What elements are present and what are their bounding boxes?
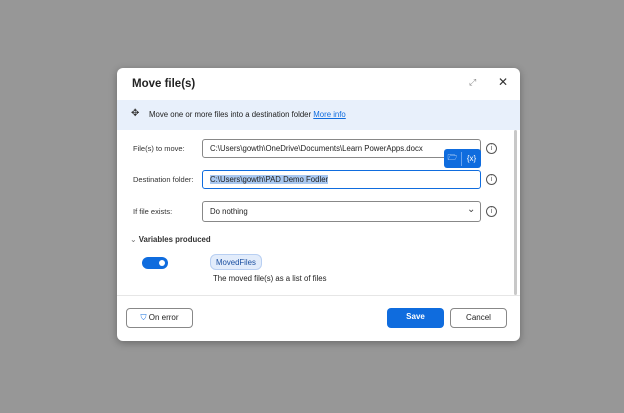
save-button[interactable]: Save: [387, 308, 444, 328]
expand-icon[interactable]: ⤢: [469, 77, 476, 88]
dest-input[interactable]: C:\Users\gowth\PAD Demo Fodler: [202, 170, 481, 189]
variable-icon[interactable]: {x}: [462, 154, 481, 163]
dialog-title: Move file(s): [132, 78, 196, 90]
on-error-button[interactable]: ⛉ On error: [126, 308, 193, 328]
close-icon[interactable]: ✕: [498, 75, 508, 89]
dest-label: Destination folder:: [133, 175, 194, 184]
files-input[interactable]: C:\Users\gowth\OneDrive\Documents\Learn …: [202, 139, 481, 158]
info-icon[interactable]: i: [486, 143, 497, 154]
scrollbar[interactable]: [514, 130, 517, 295]
move-files-dialog: Move file(s) ⤢ ✕ ✥ Move one or more file…: [117, 68, 520, 341]
exists-value: Do nothing: [210, 207, 248, 216]
description-band: ✥ Move one or more files into a destinat…: [117, 100, 520, 130]
on-error-label: On error: [148, 313, 179, 322]
info-icon[interactable]: i: [486, 174, 497, 185]
divider: [117, 295, 520, 296]
shield-icon: ⛉: [140, 313, 147, 322]
folder-icon[interactable]: 🗁: [444, 151, 462, 166]
move-icon: ✥: [131, 108, 140, 119]
description-text: Move one or more files into a destinatio…: [149, 110, 312, 119]
chevron-down-icon: ⌄: [130, 235, 137, 244]
input-action-group: 🗁 {x}: [444, 149, 481, 168]
variables-header: Variables produced: [138, 235, 211, 244]
variable-chip[interactable]: MovedFiles: [210, 254, 262, 270]
info-icon[interactable]: i: [486, 206, 497, 217]
more-info-link[interactable]: More info: [313, 110, 346, 119]
dest-value: C:\Users\gowth\PAD Demo Fodler: [210, 175, 329, 184]
variable-description: The moved file(s) as a list of files: [213, 274, 327, 283]
chevron-down-icon[interactable]: ⌄: [467, 204, 475, 215]
variables-toggle-header[interactable]: ⌄ Variables produced: [130, 235, 211, 244]
exists-select[interactable]: Do nothing: [202, 201, 481, 222]
cancel-button[interactable]: Cancel: [450, 308, 507, 328]
exists-label: If file exists:: [133, 207, 173, 216]
files-label: File(s) to move:: [133, 144, 185, 153]
variable-toggle[interactable]: [142, 257, 168, 269]
